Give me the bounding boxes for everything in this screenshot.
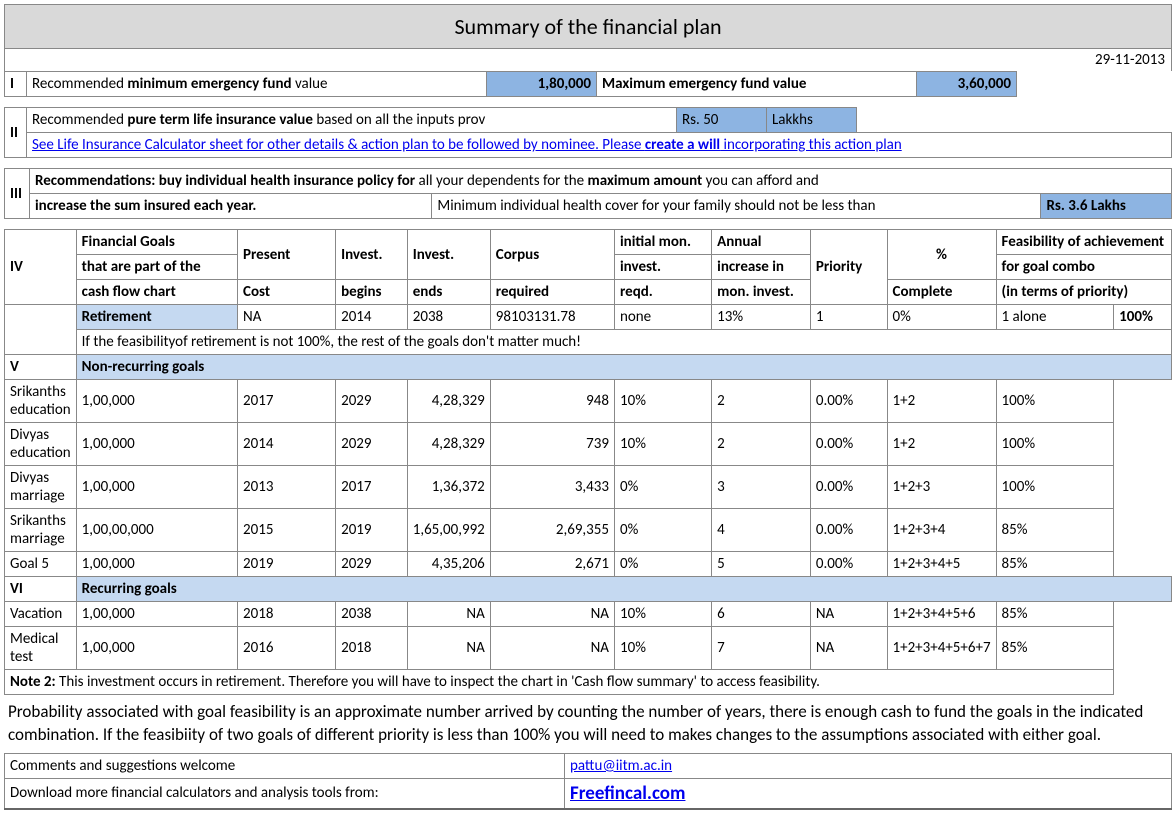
retirement-note: If the feasibilityof retirement is not 1… bbox=[76, 330, 1171, 355]
h-feas1: Feasibility of achievement bbox=[996, 230, 1171, 255]
roman-3: III bbox=[5, 169, 30, 219]
min-fund-label: Recommended minimum emergency fund value bbox=[27, 72, 487, 97]
term-insurance-label: Recommended pure term life insurance val… bbox=[27, 108, 677, 133]
h-goals-2: that are part of the bbox=[76, 255, 237, 280]
recurring-header: Recurring goals bbox=[76, 577, 1171, 602]
life-insurance-link[interactable]: See Life Insurance Calculator sheet for … bbox=[27, 133, 1172, 158]
goal-row: Divyas education1,00,000201420294,28,329… bbox=[5, 423, 1172, 466]
health-rec-line2-left: increase the sum insured each year. bbox=[30, 194, 432, 219]
roman-4: IV bbox=[5, 230, 77, 305]
h-annual2: increase in bbox=[712, 255, 811, 280]
goal-row: Medical test1,00,00020162018NANA10%7NA1+… bbox=[5, 627, 1172, 670]
note2: Note 2: This investment occurs in retire… bbox=[5, 670, 1114, 695]
goal-row: Srikanths education1,00,000201720294,28,… bbox=[5, 380, 1172, 423]
goal-row: Srikanths marriage1,00,00,000201520191,6… bbox=[5, 509, 1172, 552]
h-initial2: invest. bbox=[614, 255, 711, 280]
h-annual1: Annual bbox=[712, 230, 811, 255]
h-percent: % bbox=[887, 230, 996, 280]
roman-5: V bbox=[5, 355, 77, 380]
h-feas3: (in terms of priority) bbox=[996, 280, 1171, 305]
h-moninvest: mon. invest. bbox=[712, 280, 811, 305]
retirement-row: Retirement NA 2014 2038 98103131.78 none… bbox=[5, 305, 1172, 330]
goal-row: Divyas marriage1,00,000201320171,36,3723… bbox=[5, 466, 1172, 509]
section-3: III Recommendations: buy individual heal… bbox=[4, 168, 1172, 219]
health-rec-line2-right: Minimum individual health cover for your… bbox=[432, 194, 1041, 219]
section-1: I Recommended minimum emergency fund val… bbox=[4, 71, 1172, 97]
probability-paragraph: Probability associated with goal feasibi… bbox=[4, 695, 1172, 753]
h-present: Present bbox=[238, 230, 336, 280]
h-complete: Complete bbox=[887, 280, 996, 305]
max-fund-value: 3,60,000 bbox=[917, 72, 1017, 97]
max-fund-label: Maximum emergency fund value bbox=[597, 72, 917, 97]
h-corpus: Corpus bbox=[490, 230, 614, 280]
goals-table: IV Financial Goals Present Invest. Inves… bbox=[4, 229, 1172, 695]
email-link[interactable]: pattu@iitm.ac.in bbox=[565, 753, 1172, 778]
nonrecurring-header: Non-recurring goals bbox=[76, 355, 1171, 380]
goal-row: Goal 51,00,000201920294,35,2062,6710%50.… bbox=[5, 552, 1172, 577]
h-goals-3: cash flow chart bbox=[76, 280, 237, 305]
term-insurance-unit: Lakkhs bbox=[767, 108, 857, 133]
roman-6: VI bbox=[5, 577, 77, 602]
h-reqd: reqd. bbox=[614, 280, 711, 305]
h-invest2: Invest. bbox=[407, 230, 490, 280]
h-begins: begins bbox=[336, 280, 408, 305]
h-initial1: initial mon. bbox=[614, 230, 711, 255]
health-min-amount: Rs. 3.6 Lakhs bbox=[1041, 194, 1172, 219]
min-fund-value: 1,80,000 bbox=[487, 72, 597, 97]
page-title: Summary of the financial plan bbox=[4, 4, 1172, 49]
date: 29-11-2013 bbox=[4, 49, 1172, 71]
h-priority: Priority bbox=[810, 230, 887, 305]
h-feas2: for goal combo bbox=[996, 255, 1171, 280]
term-insurance-amount: Rs. 50 bbox=[677, 108, 767, 133]
h-required: required bbox=[490, 280, 614, 305]
roman-1: I bbox=[5, 72, 27, 97]
h-invest1: Invest. bbox=[336, 230, 408, 280]
health-rec-line1: Recommendations: buy individual health i… bbox=[30, 169, 1172, 194]
site-link[interactable]: Freefincal.com bbox=[565, 778, 1172, 809]
footer: Comments and suggestions welcome pattu@i… bbox=[4, 753, 1172, 810]
download-label: Download more financial calculators and … bbox=[5, 778, 565, 809]
h-cost: Cost bbox=[238, 280, 336, 305]
section-2: II Recommended pure term life insurance … bbox=[4, 107, 1172, 158]
h-goals-1: Financial Goals bbox=[76, 230, 237, 255]
roman-2: II bbox=[5, 108, 27, 158]
h-ends: ends bbox=[407, 280, 490, 305]
goal-row: Vacation1,00,00020182038NANA10%6NA1+2+3+… bbox=[5, 602, 1172, 627]
comments-label: Comments and suggestions welcome bbox=[5, 753, 565, 778]
